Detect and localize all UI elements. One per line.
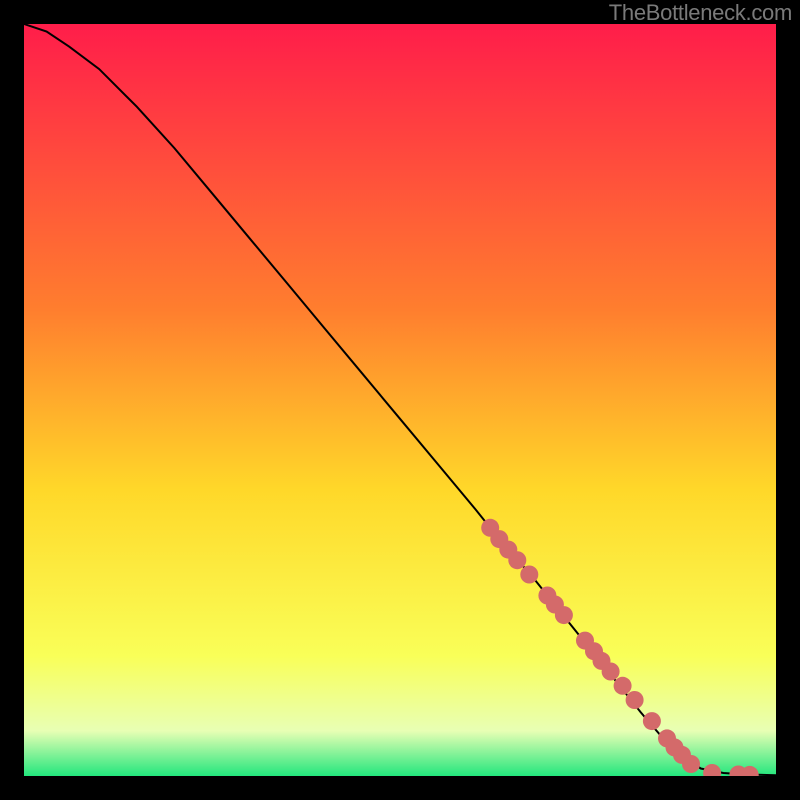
chart-frame: TheBottleneck.com bbox=[0, 0, 800, 800]
marker-point bbox=[626, 691, 644, 709]
marker-point bbox=[614, 677, 632, 695]
plot-area bbox=[24, 24, 776, 776]
attribution-text: TheBottleneck.com bbox=[609, 0, 792, 26]
marker-point bbox=[602, 663, 620, 681]
gradient-background bbox=[24, 24, 776, 776]
marker-point bbox=[508, 551, 526, 569]
marker-point bbox=[520, 566, 538, 584]
plot-svg bbox=[24, 24, 776, 776]
marker-point bbox=[682, 755, 700, 773]
marker-point bbox=[555, 606, 573, 624]
marker-point bbox=[643, 712, 661, 730]
